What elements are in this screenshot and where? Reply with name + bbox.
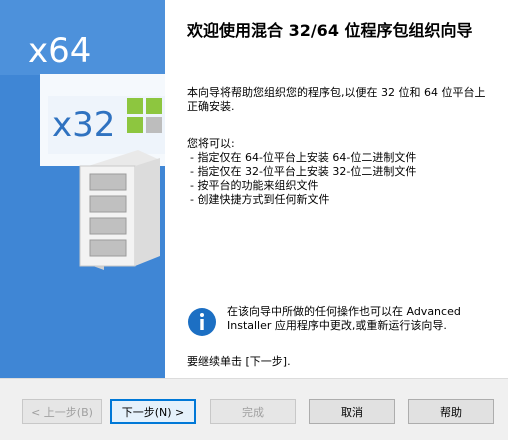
continue-instruction: 要继续单击 [下一步]. xyxy=(187,355,291,368)
list-item: - 按平台的功能来组织文件 xyxy=(190,179,319,192)
list-item: - 指定仅在 64-位平台上安装 64-位二进制文件 xyxy=(190,151,417,164)
page-title: 欢迎使用混合 32/64 位程序包组织向导 xyxy=(187,21,473,40)
server-cabinet-icon xyxy=(79,150,160,270)
wizard-content: 欢迎使用混合 32/64 位程序包组织向导 本向导将帮助您组织您的程序包,以便在… xyxy=(165,0,508,378)
wizard-body: 本向导将帮助您组织您的程序包,以便在 32 位和 64 位平台上正确安装. 您将… xyxy=(187,86,487,207)
x64-label: x64 xyxy=(28,31,91,71)
x32-label: x32 xyxy=(52,105,115,145)
finish-button[interactable]: 完成 xyxy=(210,399,296,424)
next-button[interactable]: 下一步(N) > xyxy=(110,399,196,424)
info-note: 在该向导中所做的任何操作也可以在 Advanced Installer 应用程序… xyxy=(187,305,487,337)
info-text: 在该向导中所做的任何操作也可以在 Advanced Installer 应用程序… xyxy=(227,305,461,332)
capabilities-title: 您将可以: xyxy=(187,137,235,150)
capabilities-list: - 指定仅在 64-位平台上安装 64-位二进制文件 - 指定仅在 32-位平台… xyxy=(187,151,487,207)
intro-text: 本向导将帮助您组织您的程序包,以便在 32 位和 64 位平台上正确安装. xyxy=(187,86,486,113)
cancel-button[interactable]: 取消 xyxy=(309,399,395,424)
list-item: - 指定仅在 32-位平台上安装 32-位二进制文件 xyxy=(190,165,417,178)
list-item: - 创建快捷方式到任何新文件 xyxy=(190,193,330,206)
back-button[interactable]: < 上一步(B) xyxy=(22,399,102,424)
wizard-banner: x64 x32 xyxy=(0,0,165,378)
platform-illustration: x64 x32 xyxy=(0,0,165,270)
wizard-footer: < 上一步(B) 下一步(N) > 完成 取消 帮助 xyxy=(0,378,508,440)
help-button[interactable]: 帮助 xyxy=(408,399,494,424)
info-icon xyxy=(188,308,216,336)
